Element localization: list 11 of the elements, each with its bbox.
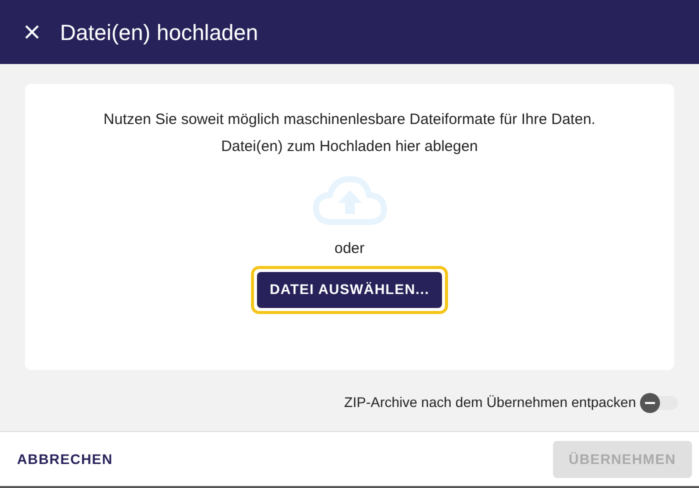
close-icon	[24, 24, 40, 40]
drop-prompt: Datei(en) zum Hochladen hier ablegen	[221, 136, 478, 156]
close-button[interactable]	[24, 24, 40, 40]
hint-text: Nutzen Sie soweit möglich maschinenlesbare Dateiformate für Ihre Daten.	[104, 110, 596, 130]
drop-zone[interactable]: Nutzen Sie soweit möglich maschinenlesbare Dateiformate für Ihre Daten. Datei(en) zum Hochladen hier ablegen oder DATEI AUSWÄHLEN...	[25, 84, 674, 370]
toggle-switch[interactable]	[640, 396, 678, 410]
option-label: ZIP-Archive nach dem Übernehmen entpacken	[344, 393, 636, 412]
separator-text: oder	[334, 239, 365, 259]
cancel-button[interactable]: ABBRECHEN	[7, 440, 123, 478]
dialog-title: Datei(en) hochladen	[60, 18, 258, 46]
choose-file-button[interactable]: DATEI AUSWÄHLEN...	[256, 272, 442, 308]
